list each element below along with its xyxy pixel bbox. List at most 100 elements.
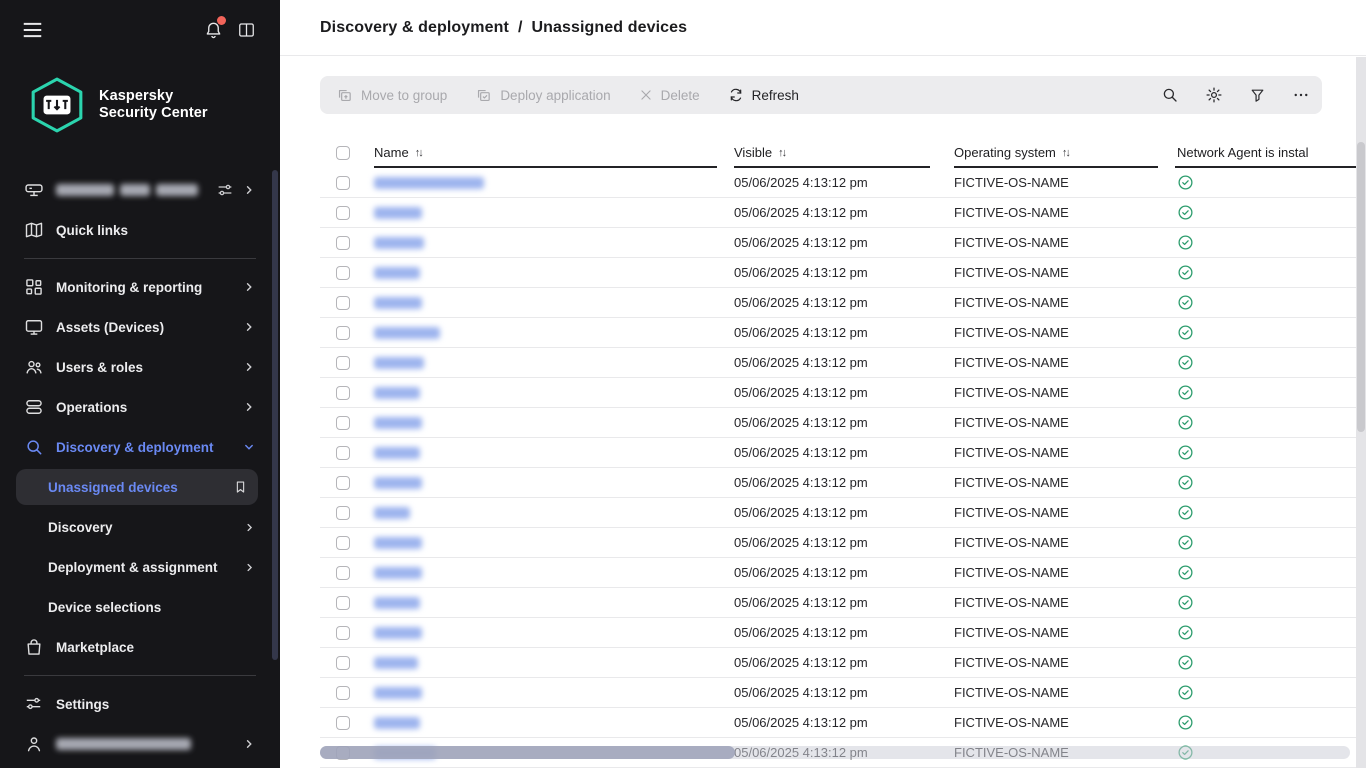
chevron-right-icon xyxy=(243,561,256,574)
sort-icon[interactable]: ↑↓ xyxy=(415,147,422,159)
operating-system-value: FICTIVE-OS-NAME xyxy=(954,625,1175,640)
device-name-link-redacted[interactable] xyxy=(374,597,420,609)
device-name-link-redacted[interactable] xyxy=(374,297,422,309)
device-name-link-redacted[interactable] xyxy=(374,237,424,249)
notifications-button[interactable] xyxy=(204,20,223,40)
device-name-link-redacted[interactable] xyxy=(374,447,420,459)
horizontal-scrollbar-thumb[interactable] xyxy=(320,746,735,759)
horizontal-scrollbar[interactable] xyxy=(320,746,1350,759)
device-name-link-redacted[interactable] xyxy=(374,627,422,639)
row-checkbox[interactable] xyxy=(336,416,350,430)
select-all-checkbox[interactable] xyxy=(336,146,350,160)
sidebar-item-discovery-deployment[interactable]: Discovery & deployment xyxy=(0,427,280,467)
sort-icon[interactable]: ↑↓ xyxy=(778,147,785,159)
column-header-name[interactable]: Name↑↓ xyxy=(374,137,734,168)
row-checkbox[interactable] xyxy=(336,356,350,370)
row-checkbox[interactable] xyxy=(336,446,350,460)
search-icon xyxy=(24,437,44,457)
sidebar-item-users-roles[interactable]: Users & roles xyxy=(0,347,280,387)
delete-button[interactable]: Delete xyxy=(639,88,700,103)
filter-button[interactable] xyxy=(1249,87,1266,104)
device-name-link-redacted[interactable] xyxy=(374,207,422,219)
operating-system-value: FICTIVE-OS-NAME xyxy=(954,385,1175,400)
row-checkbox[interactable] xyxy=(336,596,350,610)
visible-timestamp: 05/06/2025 4:13:12 pm xyxy=(734,295,954,310)
column-label: Operating system xyxy=(954,145,1056,160)
sidebar-item-device-selections[interactable]: Device selections xyxy=(0,587,280,627)
agent-installed-check-icon xyxy=(1177,384,1194,401)
column-header-operating-system[interactable]: Operating system ↑↓ xyxy=(954,137,1175,168)
row-checkbox[interactable] xyxy=(336,536,350,550)
row-checkbox[interactable] xyxy=(336,476,350,490)
row-checkbox[interactable] xyxy=(336,566,350,580)
device-name-link-redacted[interactable] xyxy=(374,267,420,279)
device-name-link-redacted[interactable] xyxy=(374,717,420,729)
vertical-scrollbar-thumb[interactable] xyxy=(1357,142,1365,432)
agent-installed-check-icon xyxy=(1177,444,1194,461)
sidebar-item-label: Quick links xyxy=(56,223,256,238)
operating-system-value: FICTIVE-OS-NAME xyxy=(954,415,1175,430)
sidebar-item-marketplace[interactable]: Marketplace xyxy=(0,627,280,667)
device-name-link-redacted[interactable] xyxy=(374,417,422,429)
sidebar-item-unassigned-devices[interactable]: Unassigned devices xyxy=(16,469,258,505)
vertical-scrollbar[interactable] xyxy=(1356,57,1366,768)
column-header-network-agent[interactable]: Network Agent is instal xyxy=(1175,137,1366,168)
sidebar-item-quick-links[interactable]: Quick links xyxy=(0,210,280,250)
row-checkbox[interactable] xyxy=(336,506,350,520)
device-name-link-redacted[interactable] xyxy=(374,177,484,189)
more-options-button[interactable] xyxy=(1292,86,1310,104)
table-settings-button[interactable] xyxy=(1205,86,1223,104)
refresh-button[interactable]: Refresh xyxy=(728,87,799,103)
operating-system-value: FICTIVE-OS-NAME xyxy=(954,535,1175,550)
sidebar-item-assets-devices[interactable]: Assets (Devices) xyxy=(0,307,280,347)
row-checkbox[interactable] xyxy=(336,266,350,280)
sliders-icon xyxy=(24,694,44,714)
device-name-link-redacted[interactable] xyxy=(374,357,424,369)
column-header-visible[interactable]: Visible↑↓ xyxy=(734,137,954,168)
row-checkbox[interactable] xyxy=(336,296,350,310)
row-checkbox[interactable] xyxy=(336,626,350,640)
move-to-group-button[interactable]: Move to group xyxy=(336,87,447,104)
help-docs-button[interactable] xyxy=(237,21,256,39)
device-name-link-redacted[interactable] xyxy=(374,537,422,549)
sidebar-item-operations[interactable]: Operations xyxy=(0,387,280,427)
sort-icon[interactable]: ↑↓ xyxy=(1062,147,1069,159)
row-checkbox[interactable] xyxy=(336,386,350,400)
row-checkbox[interactable] xyxy=(336,176,350,190)
search-button[interactable] xyxy=(1161,86,1179,104)
device-name-link-redacted[interactable] xyxy=(374,567,422,579)
row-checkbox[interactable] xyxy=(336,716,350,730)
hamburger-menu-button[interactable] xyxy=(22,21,43,39)
table-row: 05/06/2025 4:13:12 pm FICTIVE-OS-NAME xyxy=(320,558,1366,588)
notification-dot xyxy=(217,16,226,25)
sidebar-item-deployment-assignment[interactable]: Deployment & assignment xyxy=(0,547,280,587)
device-name-link-redacted[interactable] xyxy=(374,687,422,699)
table-row: 05/06/2025 4:13:12 pm FICTIVE-OS-NAME xyxy=(320,498,1366,528)
sidebar-scrollbar[interactable] xyxy=(272,170,278,660)
sidebar-item-label: Operations xyxy=(56,400,242,415)
sidebar-item-settings[interactable]: Settings xyxy=(0,684,280,724)
device-name-link-redacted[interactable] xyxy=(374,507,410,519)
sidebar-item-user-account[interactable] xyxy=(0,724,280,764)
device-name-link-redacted[interactable] xyxy=(374,477,422,489)
sidebar-item-discovery[interactable]: Discovery xyxy=(0,507,280,547)
sidebar-item-monitoring-reporting[interactable]: Monitoring & reporting xyxy=(0,267,280,307)
row-checkbox[interactable] xyxy=(336,656,350,670)
row-checkbox[interactable] xyxy=(336,686,350,700)
device-name-link-redacted[interactable] xyxy=(374,387,420,399)
breadcrumb-parent[interactable]: Discovery & deployment xyxy=(320,19,509,36)
chevron-right-icon xyxy=(243,521,256,534)
sidebar-item-administration-server[interactable] xyxy=(0,170,280,210)
device-name-link-redacted[interactable] xyxy=(374,657,418,669)
agent-installed-check-icon xyxy=(1177,204,1194,221)
page-header: Discovery & deployment/Unassigned device… xyxy=(280,0,1366,56)
row-checkbox[interactable] xyxy=(336,326,350,340)
visible-timestamp: 05/06/2025 4:13:12 pm xyxy=(734,325,954,340)
bookmark-icon[interactable] xyxy=(233,479,248,495)
deploy-application-button[interactable]: Deploy application xyxy=(475,87,610,104)
device-name-link-redacted[interactable] xyxy=(374,327,440,339)
row-checkbox[interactable] xyxy=(336,206,350,220)
row-checkbox[interactable] xyxy=(336,236,350,250)
server-properties-icon[interactable] xyxy=(216,181,234,199)
agent-installed-check-icon xyxy=(1177,264,1194,281)
